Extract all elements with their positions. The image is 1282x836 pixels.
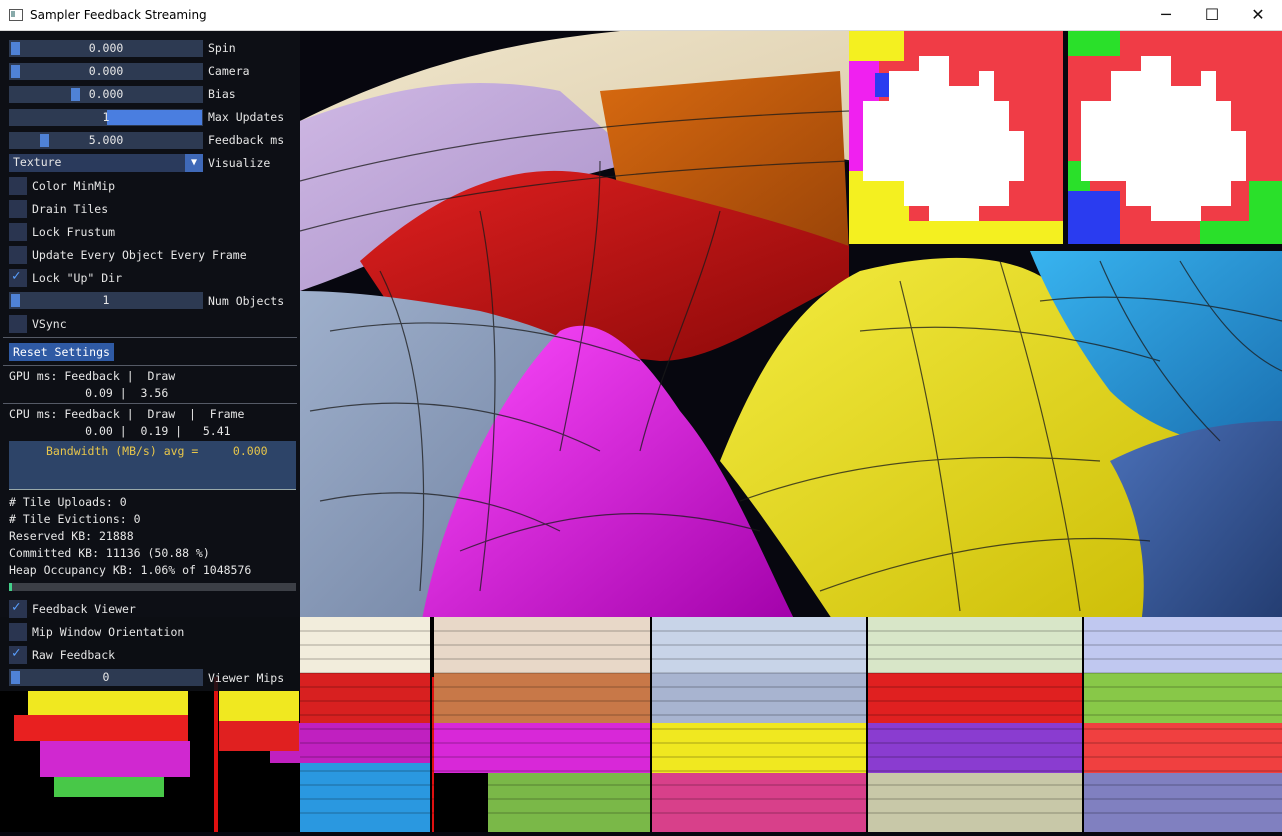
window-title: Sampler Feedback Streaming xyxy=(30,8,207,22)
num-objects-slider[interactable]: 1 xyxy=(9,292,203,309)
spin-label: Spin xyxy=(208,41,236,55)
feedback-ms-value: 5.000 xyxy=(88,133,124,147)
close-button[interactable]: ✕ xyxy=(1235,0,1281,30)
divider xyxy=(3,365,297,366)
bias-value: 0.000 xyxy=(88,87,124,101)
drain-tiles-label: Drain Tiles xyxy=(32,202,109,216)
color-minmip-label: Color MinMip xyxy=(32,179,116,193)
feedback-ms-slider[interactable]: 5.000 xyxy=(9,132,203,149)
settings-panel: 0.000 Spin 0.000 Camera 0.000 Bias 1 Max… xyxy=(0,31,300,691)
feedback-ms-label: Feedback ms xyxy=(208,133,285,147)
viewer-mips-value: 0 xyxy=(102,670,110,684)
camera-slider[interactable]: 0.000 xyxy=(9,63,203,80)
bandwidth-label: Bandwidth (MB/s) avg = 0.000 xyxy=(46,444,268,458)
maximize-button[interactable]: ☐ xyxy=(1189,0,1235,30)
tile-uploads-stat: # Tile Uploads: 0 xyxy=(9,495,127,509)
num-objects-label: Num Objects xyxy=(208,294,285,308)
raw-feedback-label: Raw Feedback xyxy=(32,648,116,662)
vsync-label: VSync xyxy=(32,317,67,331)
divider xyxy=(3,403,297,404)
mip-window-orientation-checkbox[interactable] xyxy=(9,623,27,641)
color-minmip-checkbox[interactable] xyxy=(9,177,27,195)
visualize-dropdown[interactable]: Texture ▼ xyxy=(9,154,203,172)
viewer-mips-label: Viewer Mips xyxy=(208,671,285,685)
minimize-button[interactable]: ─ xyxy=(1143,0,1189,30)
num-objects-value: 1 xyxy=(102,293,110,307)
title-bar: Sampler Feedback Streaming ─ ☐ ✕ xyxy=(0,0,1282,31)
viewer-mips-slider[interactable]: 0 xyxy=(9,669,203,686)
bandwidth-plot: Bandwidth (MB/s) avg = 0.000 xyxy=(9,441,296,490)
committed-kb-stat: Committed KB: 11136 (50.88 %) xyxy=(9,546,210,560)
reserved-kb-stat: Reserved KB: 21888 xyxy=(9,529,134,543)
lock-up-dir-checkbox[interactable] xyxy=(9,268,27,287)
gpu-timing-values: 0.09 | 3.56 xyxy=(9,386,169,400)
bias-slider[interactable]: 0.000 xyxy=(9,86,203,103)
lock-frustum-checkbox[interactable] xyxy=(9,223,27,241)
lock-up-dir-label: Lock "Up" Dir xyxy=(32,271,123,285)
cpu-timing-values: 0.00 | 0.19 | 5.41 xyxy=(9,424,231,438)
heap-occupancy-stat: Heap Occupancy KB: 1.06% of 1048576 xyxy=(9,563,252,577)
camera-label: Camera xyxy=(208,64,250,78)
chevron-down-icon[interactable]: ▼ xyxy=(185,154,203,172)
update-every-object-checkbox[interactable] xyxy=(9,246,27,264)
spin-value: 0.000 xyxy=(88,41,124,55)
heap-occupancy-fill xyxy=(9,583,12,591)
drain-tiles-checkbox[interactable] xyxy=(9,200,27,218)
feedback-viewer xyxy=(849,31,1282,244)
cpu-timing-header: CPU ms: Feedback | Draw | Frame xyxy=(9,407,245,421)
heap-occupancy-bar xyxy=(9,583,296,591)
camera-value: 0.000 xyxy=(88,64,124,78)
update-every-object-label: Update Every Object Every Frame xyxy=(32,248,247,262)
reset-settings-button[interactable]: Reset Settings xyxy=(9,343,114,361)
vsync-checkbox[interactable] xyxy=(9,315,27,333)
feedback-viewer-label: Feedback Viewer xyxy=(32,602,136,616)
gpu-timing-header: GPU ms: Feedback | Draw xyxy=(9,369,176,383)
visualize-value: Texture xyxy=(13,155,62,169)
max-updates-slider[interactable]: 1 xyxy=(9,109,203,126)
divider xyxy=(3,337,297,338)
bias-label: Bias xyxy=(208,87,236,101)
mip-window-orientation-label: Mip Window Orientation xyxy=(32,625,185,639)
app-icon xyxy=(9,9,23,21)
visualize-label: Visualize xyxy=(208,156,271,170)
tile-evictions-stat: # Tile Evictions: 0 xyxy=(9,512,141,526)
max-updates-value: 1 xyxy=(102,110,110,124)
feedback-viewer-checkbox[interactable] xyxy=(9,599,27,618)
spin-slider[interactable]: 0.000 xyxy=(9,40,203,57)
max-updates-label: Max Updates xyxy=(208,110,285,124)
raw-feedback-checkbox[interactable] xyxy=(9,645,27,664)
lock-frustum-label: Lock Frustum xyxy=(32,225,116,239)
